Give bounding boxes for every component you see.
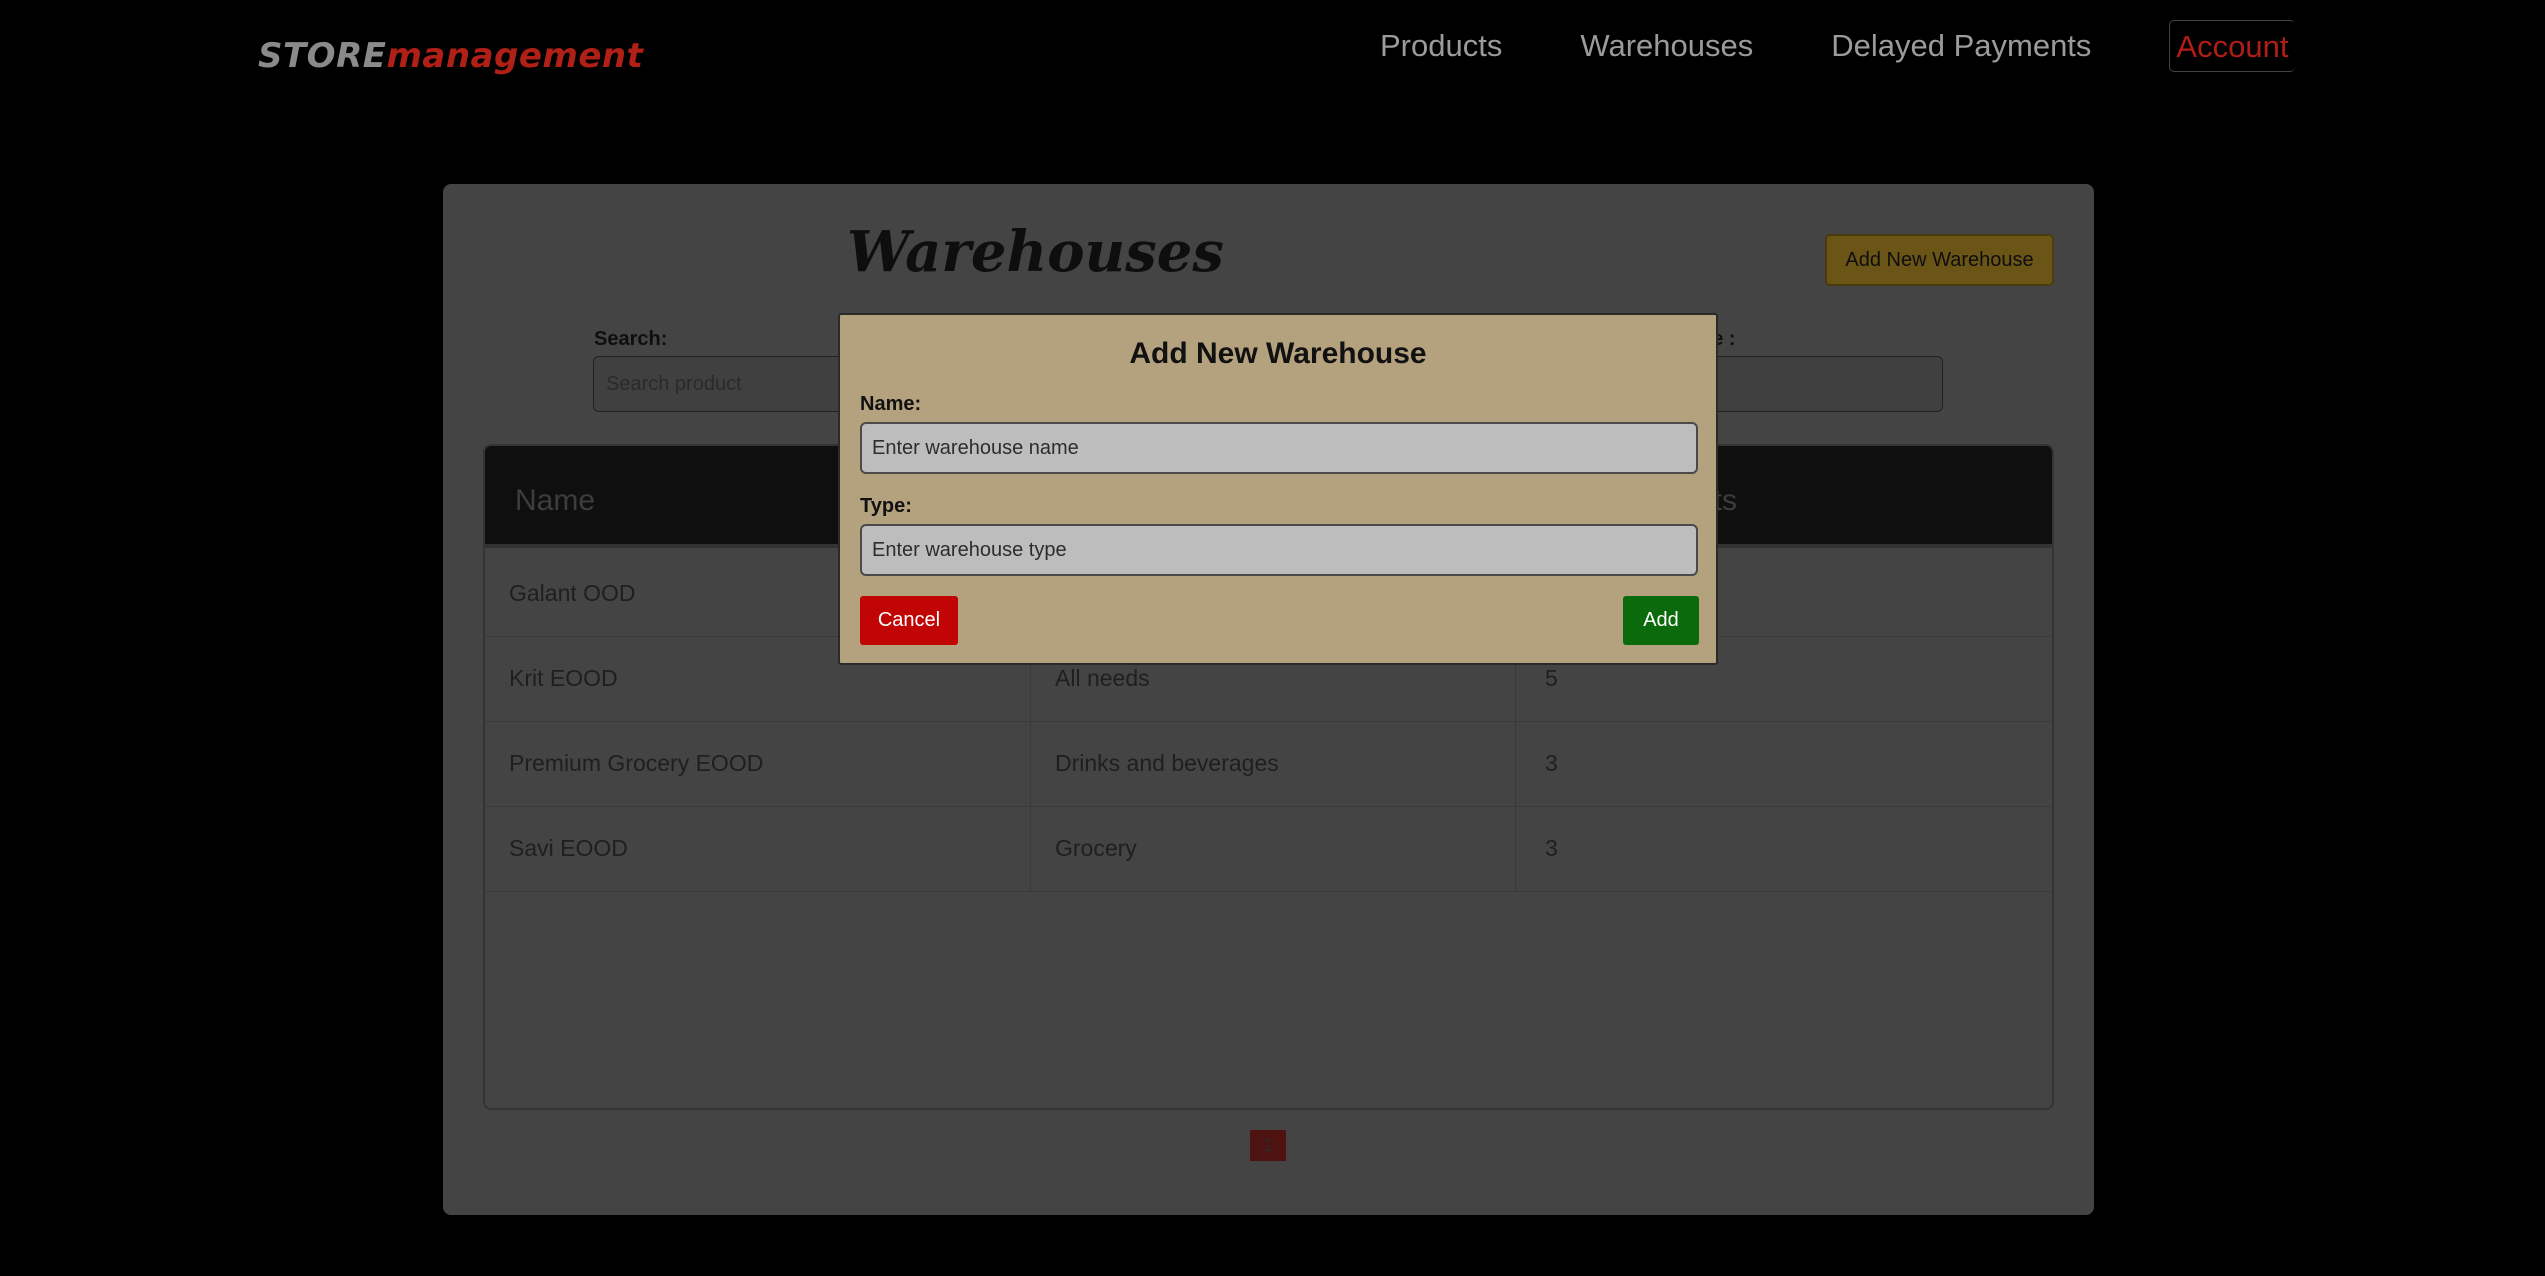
top-navbar: STOREmanagement Products Warehouses Dela… [0,0,2545,100]
cell-products: 3 [1545,750,1558,776]
nav-link-products[interactable]: Products [1380,20,1502,72]
cell-products: 5 [1545,665,1558,691]
cell-name: Krit EOOD [509,665,618,691]
cell-type: All needs [1055,665,1150,691]
column-divider [1515,807,1516,892]
add-warehouse-modal: Add New Warehouse Name: Enter warehouse … [838,313,1718,665]
nav-link-account[interactable]: Account [2169,20,2296,72]
nav-link-delayed-payments[interactable]: Delayed Payments [1831,20,2091,72]
warehouse-type-input[interactable]: Enter warehouse type [860,524,1698,576]
header-name[interactable]: Name [515,484,595,518]
cell-name: Savi EOOD [509,835,628,861]
type-label: Type: [860,495,912,517]
cell-name: Galant OOD [509,580,636,606]
column-divider [1030,807,1031,892]
nav-links: Products Warehouses Delayed Payments Acc… [1380,20,2296,72]
pagination-page-1[interactable]: 1 [1250,1130,1286,1161]
column-divider [1515,722,1516,807]
store-logo[interactable]: STOREmanagement [258,34,643,78]
nav-link-warehouses[interactable]: Warehouses [1580,20,1753,72]
search-input[interactable]: Search product [593,356,853,412]
table-row[interactable]: Premium Grocery EOOD Drinks and beverage… [485,722,2052,807]
logo-management-text: management [386,36,644,76]
column-divider [1030,722,1031,807]
logo-store-text: STORE [258,36,387,76]
name-label: Name: [860,393,922,415]
warehouse-name-input[interactable]: Enter warehouse name [860,422,1698,474]
filter-input[interactable] [1700,356,1943,412]
cancel-button[interactable]: Cancel [860,596,958,645]
cell-name: Premium Grocery EOOD [509,750,764,776]
cell-type: Grocery [1055,835,1137,861]
cell-type: Drinks and beverages [1055,750,1279,776]
add-button[interactable]: Add [1623,596,1699,645]
table-row[interactable]: Savi EOOD Grocery 3 [485,807,2052,892]
modal-title: Add New Warehouse [1129,337,1427,370]
search-label: Search: [594,328,668,350]
add-new-warehouse-button[interactable]: Add New Warehouse [1825,234,2054,286]
cell-products: 3 [1545,835,1558,861]
